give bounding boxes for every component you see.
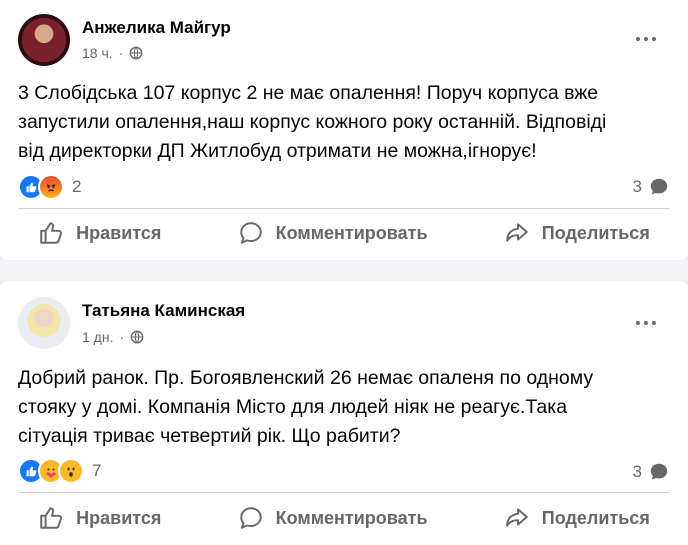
post-time[interactable]: 18 ч. xyxy=(82,45,113,61)
separator-dot: · xyxy=(119,329,125,345)
comment-bubble-icon xyxy=(650,178,668,195)
wow-reaction-icon xyxy=(58,458,84,484)
like-button[interactable]: Нравится xyxy=(38,505,161,531)
share-button[interactable]: Поделиться xyxy=(504,220,650,246)
comment-label: Комментировать xyxy=(275,222,428,243)
share-icon xyxy=(506,223,528,242)
comment-count-value: 3 xyxy=(632,177,642,196)
separator-dot: · xyxy=(118,45,124,61)
angry-reaction-icon xyxy=(38,174,64,200)
comment-count-value: 3 xyxy=(632,462,642,481)
more-options-icon[interactable] xyxy=(634,35,658,43)
avatar[interactable] xyxy=(18,297,70,349)
comment-bubble-icon xyxy=(650,463,668,480)
reactions-summary[interactable]: 2 xyxy=(18,174,81,200)
like-button[interactable]: Нравится xyxy=(38,220,161,246)
comment-button[interactable]: Комментировать xyxy=(238,220,428,246)
comment-icon xyxy=(239,507,262,529)
more-options-icon[interactable] xyxy=(634,319,658,327)
share-label: Поделиться xyxy=(541,507,650,528)
comments-count[interactable]: 3 xyxy=(633,461,670,483)
divider xyxy=(18,492,670,493)
reactions-summary[interactable]: 7 xyxy=(18,458,101,484)
globe-icon xyxy=(129,46,143,60)
share-button[interactable]: Поделиться xyxy=(504,505,650,531)
post-meta: 18 ч. · xyxy=(82,45,143,61)
comment-label: Комментировать xyxy=(275,507,428,528)
author-name[interactable]: Анжелика Майгур xyxy=(82,18,231,38)
divider xyxy=(18,208,670,209)
globe-icon xyxy=(130,330,144,344)
post-actions: Нравится Комментировать Поделиться xyxy=(0,503,688,533)
thumbs-up-icon xyxy=(40,507,63,529)
post-text: 3 Слобідська 107 корпус 2 не має опаленн… xyxy=(18,82,607,162)
post-time[interactable]: 1 дн. xyxy=(82,329,113,345)
post-card: Анжелика Майгур 18 ч. · 3 Слобідська 107… xyxy=(0,0,688,260)
thumbs-up-icon xyxy=(40,222,63,244)
share-label: Поделиться xyxy=(541,222,650,243)
like-label: Нравится xyxy=(76,507,162,528)
post-actions: Нравится Комментировать Поделиться xyxy=(0,218,688,248)
avatar[interactable] xyxy=(18,14,70,66)
post-card: Татьяна Каминская 1 дн. · Добрий ранок. … xyxy=(0,281,688,545)
comment-icon xyxy=(239,222,262,244)
share-icon xyxy=(506,508,528,527)
reaction-count: 7 xyxy=(92,461,102,480)
comments-count[interactable]: 3 xyxy=(633,176,670,198)
reaction-count: 2 xyxy=(72,177,82,196)
comment-button[interactable]: Комментировать xyxy=(238,505,428,531)
post-meta: 1 дн. · xyxy=(82,329,144,345)
post-text: Добрий ранок. Пр. Богоявленский 26 немає… xyxy=(18,367,594,447)
author-name[interactable]: Татьяна Каминская xyxy=(82,301,245,321)
like-label: Нравится xyxy=(76,222,162,243)
